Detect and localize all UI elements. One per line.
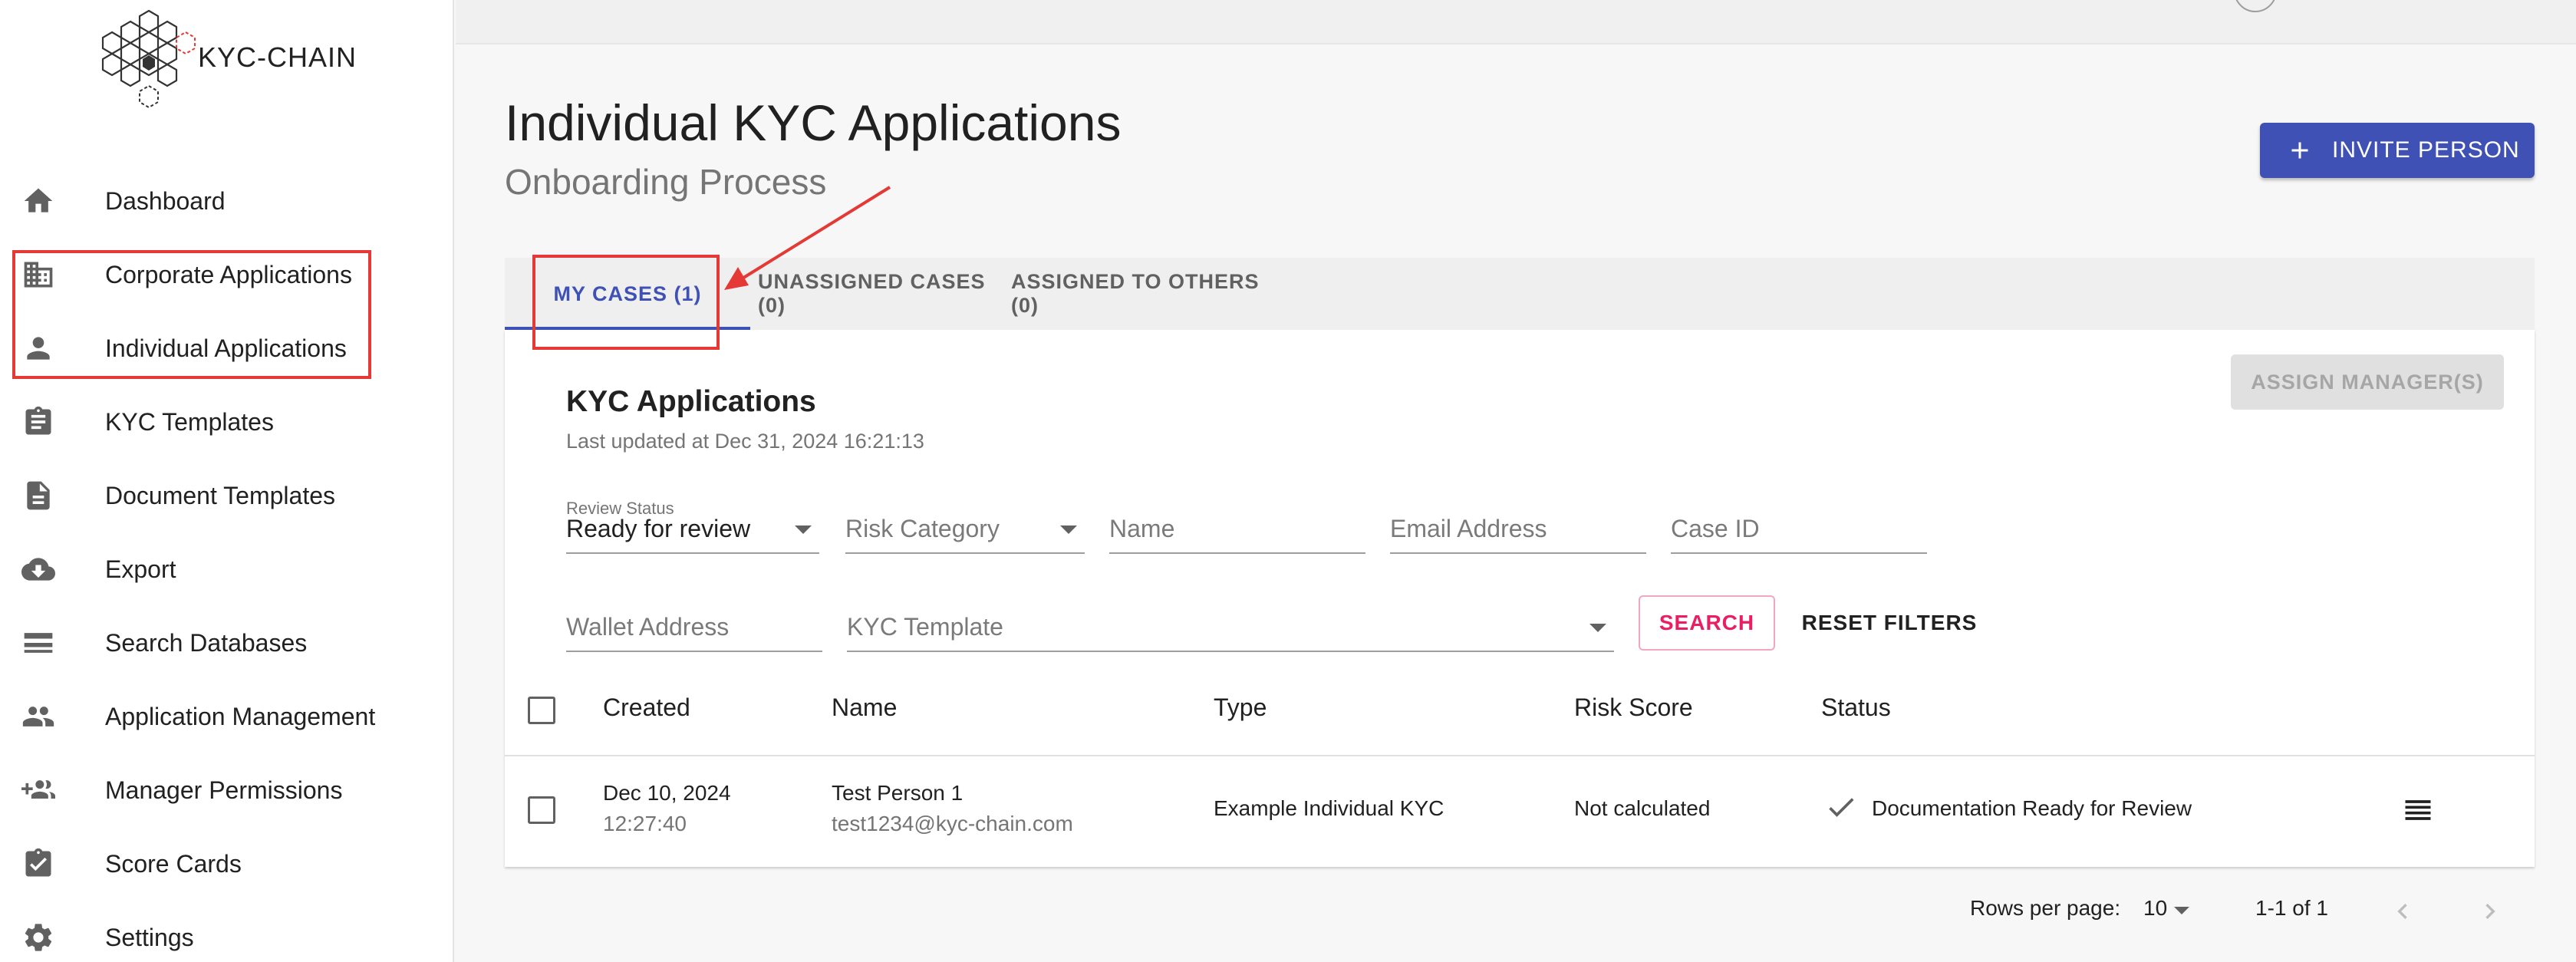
details-icon[interactable] bbox=[2401, 793, 2435, 827]
sidebar-item-label: Settings bbox=[105, 923, 194, 951]
sidebar-item-manager-permissions[interactable]: Manager Permissions bbox=[0, 753, 454, 827]
review-status-value: Ready for review bbox=[566, 515, 751, 542]
row-name: Test Person 1 bbox=[832, 781, 964, 805]
chevron-down-icon bbox=[1589, 624, 1606, 632]
review-status-select[interactable]: Review Status Ready for review bbox=[566, 499, 819, 554]
column-header-created[interactable]: Created bbox=[603, 693, 690, 722]
account-avatar[interactable] bbox=[2234, 0, 2277, 12]
clipboard-icon bbox=[20, 404, 57, 440]
select-all-checkbox[interactable] bbox=[528, 697, 555, 724]
risk-category-select[interactable]: Risk Category bbox=[845, 500, 1085, 554]
page-title: Individual KYC Applications bbox=[505, 94, 1122, 151]
top-app-bar bbox=[456, 0, 2576, 44]
reset-filters-button[interactable]: RESET FILTERS bbox=[1801, 595, 1978, 651]
chevron-down-icon bbox=[1060, 525, 1077, 534]
sidebar-item-label: Search Databases bbox=[105, 628, 308, 657]
row-status: Documentation Ready for Review bbox=[1872, 796, 2192, 820]
name-input[interactable]: Name bbox=[1109, 500, 1365, 554]
column-header-status[interactable]: Status bbox=[1821, 693, 1891, 722]
pagination-range: 1-1 of 1 bbox=[2255, 896, 2328, 920]
cloud-download-icon bbox=[20, 551, 57, 588]
case-id-placeholder: Case ID bbox=[1671, 515, 1760, 542]
row-created-date: Dec 10, 2024 bbox=[603, 781, 731, 805]
logo-text: KYC-CHAIN bbox=[198, 41, 357, 73]
assignment-check-icon bbox=[20, 845, 57, 882]
sidebar-item-settings[interactable]: Settings bbox=[0, 901, 454, 962]
email-placeholder: Email Address bbox=[1390, 515, 1547, 542]
row-risk-score: Not calculated bbox=[1574, 796, 1711, 820]
chevron-down-icon[interactable] bbox=[2174, 907, 2189, 914]
group-add-icon bbox=[20, 772, 57, 809]
document-icon bbox=[20, 477, 57, 514]
tab-assigned-to-others[interactable]: ASSIGNED TO OTHERS (0) bbox=[1011, 258, 1280, 330]
sidebar-item-kyc-templates[interactable]: KYC Templates bbox=[0, 385, 454, 459]
sidebar-item-application-management[interactable]: Application Management bbox=[0, 680, 454, 753]
kyc-template-select[interactable]: KYC Template bbox=[847, 598, 1614, 652]
checkmark-icon bbox=[1824, 790, 1858, 824]
home-icon bbox=[20, 183, 57, 219]
rows-per-page-select[interactable]: 10 bbox=[2143, 896, 2167, 921]
chevron-down-icon bbox=[795, 525, 812, 534]
last-updated-text: Last updated at Dec 31, 2024 16:21:13 bbox=[566, 430, 924, 453]
sidebar-item-label: Application Management bbox=[105, 702, 376, 730]
kyc-template-placeholder: KYC Template bbox=[847, 613, 1003, 641]
sidebar-item-label: Export bbox=[105, 555, 176, 583]
sidebar-item-dashboard[interactable]: Dashboard bbox=[0, 164, 454, 238]
wallet-placeholder: Wallet Address bbox=[566, 613, 730, 641]
next-page-icon[interactable] bbox=[2475, 896, 2505, 927]
sidebar-item-label: Dashboard bbox=[105, 186, 226, 215]
email-address-input[interactable]: Email Address bbox=[1390, 500, 1646, 554]
sidebar-item-label: Score Cards bbox=[105, 849, 242, 878]
sidebar-item-score-cards[interactable]: Score Cards bbox=[0, 827, 454, 901]
column-header-risk-score[interactable]: Risk Score bbox=[1574, 693, 1693, 722]
sidebar-item-label: Manager Permissions bbox=[105, 776, 343, 804]
sidebar-item-document-templates[interactable]: Document Templates bbox=[0, 459, 454, 532]
sidebar-item-export[interactable]: Export bbox=[0, 532, 454, 606]
risk-category-placeholder: Risk Category bbox=[845, 515, 1000, 542]
wallet-address-input[interactable]: Wallet Address bbox=[566, 598, 822, 652]
name-placeholder: Name bbox=[1109, 515, 1175, 542]
table-divider bbox=[505, 755, 2535, 756]
column-header-type[interactable]: Type bbox=[1214, 693, 1267, 722]
list-icon bbox=[20, 624, 57, 661]
column-header-name[interactable]: Name bbox=[832, 693, 897, 722]
sidebar-item-label: Document Templates bbox=[105, 481, 335, 509]
invite-person-button[interactable]: INVITE PERSON bbox=[2260, 123, 2535, 178]
sidebar: KYC-CHAIN Dashboard Corporate Applicatio… bbox=[0, 0, 454, 962]
rows-per-page-label: Rows per page: bbox=[1970, 896, 2121, 920]
page-subtitle: Onboarding Process bbox=[505, 162, 827, 202]
row-email: test1234@kyc-chain.com bbox=[832, 812, 1073, 835]
assign-managers-button[interactable]: ASSIGN MANAGER(S) bbox=[2231, 354, 2504, 410]
tab-unassigned-cases[interactable]: UNASSIGNED CASES (0) bbox=[758, 258, 1006, 330]
row-type: Example Individual KYC bbox=[1214, 796, 1444, 820]
kyc-applications-card: ASSIGN MANAGER(S) KYC Applications Last … bbox=[505, 330, 2535, 867]
annotation-highlight-sidebar bbox=[12, 250, 371, 379]
card-title: KYC Applications bbox=[566, 385, 816, 418]
gear-icon bbox=[20, 919, 57, 956]
invite-person-label: INVITE PERSON bbox=[2332, 137, 2520, 163]
sidebar-item-search-databases[interactable]: Search Databases bbox=[0, 606, 454, 680]
plus-icon bbox=[2286, 137, 2314, 164]
row-created-time: 12:27:40 bbox=[603, 812, 687, 835]
search-button[interactable]: SEARCH bbox=[1639, 595, 1775, 651]
case-id-input[interactable]: Case ID bbox=[1671, 500, 1927, 554]
sidebar-item-label: KYC Templates bbox=[105, 407, 274, 436]
case-tabs: MY CASES (1) UNASSIGNED CASES (0) ASSIGN… bbox=[505, 258, 2535, 330]
annotation-highlight-tab bbox=[532, 255, 720, 350]
row-checkbox[interactable] bbox=[528, 796, 555, 824]
previous-page-icon[interactable] bbox=[2387, 896, 2418, 927]
people-icon bbox=[20, 698, 57, 735]
